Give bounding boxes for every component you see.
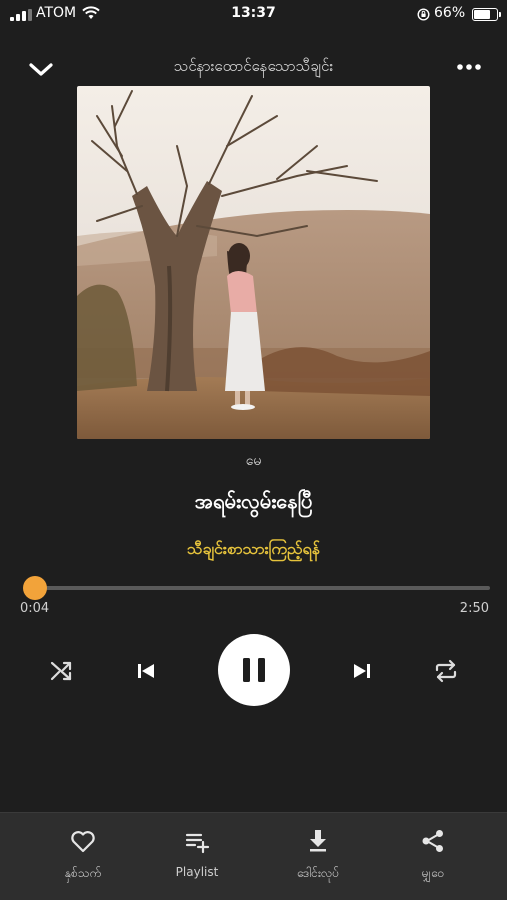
header-title: သင်နားထောင်နေသောသီချင်း	[173, 57, 334, 75]
player-header: သင်နားထောင်နေသောသီချင်း	[0, 45, 507, 89]
playlist-add-icon	[185, 833, 210, 854]
battery-level	[474, 10, 490, 19]
playlist-label: Playlist	[175, 865, 219, 879]
download-label: ဒေါင်းလုပ်	[296, 866, 340, 880]
share-button[interactable]: မျှဝေ	[370, 813, 496, 900]
more-horizontal-icon[interactable]	[452, 57, 486, 77]
song-title: အရမ်းလွမ်းနေပြီ	[194, 489, 313, 513]
favorite-label: နှစ်သက်	[64, 866, 102, 880]
progress-thumb[interactable]	[23, 576, 48, 600]
rotation-lock-icon	[417, 8, 430, 21]
bottom-action-bar: နှစ်သက် Playlist ဒေါင်းလုပ် မျှဝေ	[0, 812, 507, 900]
heart-icon	[71, 831, 95, 853]
now-playing-screen: ATOM 13:37 66% သင်နားထောင်နေသောသီချင်း မ…	[0, 0, 507, 900]
download-button[interactable]: ဒေါင်းလုပ်	[255, 813, 381, 900]
time-total: 2:50	[459, 601, 489, 616]
share-label: မျှဝေ	[421, 866, 445, 880]
download-icon	[310, 830, 326, 852]
album-art	[77, 86, 430, 439]
album-name: မေ	[245, 453, 262, 469]
play-pause-button[interactable]	[218, 634, 290, 706]
favorite-button[interactable]: နှစ်သက်	[20, 813, 146, 900]
repeat-icon[interactable]	[433, 658, 459, 684]
skip-next-icon[interactable]	[349, 658, 375, 684]
battery-icon	[472, 8, 501, 21]
lyrics-link[interactable]: သီချင်းစာသားကြည့်ရန်	[0, 538, 507, 562]
shuffle-icon[interactable]	[49, 658, 75, 684]
battery-percent: 66%	[434, 5, 466, 21]
status-bar: ATOM 13:37 66%	[0, 0, 507, 30]
time-elapsed: 0:04	[20, 601, 50, 616]
chevron-down-icon[interactable]	[26, 55, 56, 85]
progress-bar[interactable]	[23, 576, 490, 600]
share-icon	[422, 830, 443, 852]
playlist-button[interactable]: Playlist	[134, 813, 260, 900]
clock: 13:37	[231, 5, 276, 21]
pause-icon	[243, 658, 265, 682]
skip-previous-icon[interactable]	[133, 658, 159, 684]
